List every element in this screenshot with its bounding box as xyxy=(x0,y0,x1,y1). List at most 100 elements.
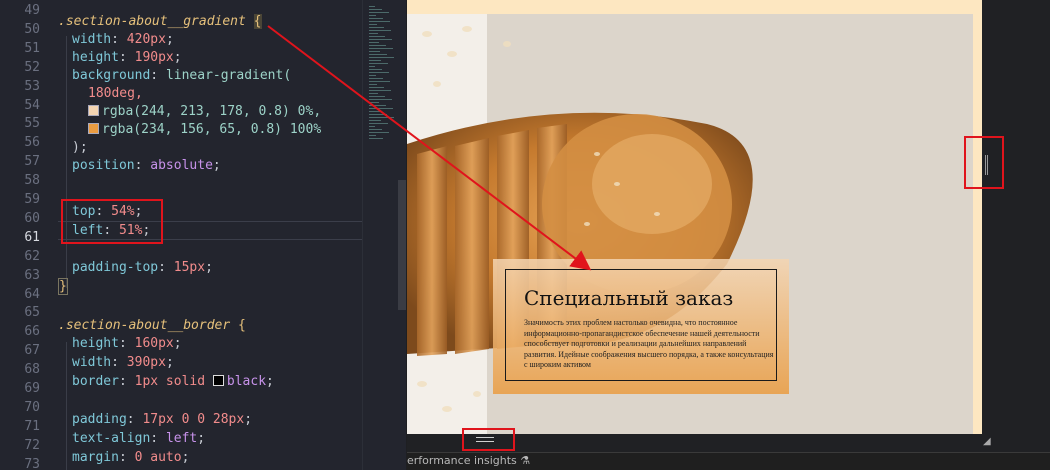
css-value: black xyxy=(226,374,267,389)
editor-scrollbar[interactable] xyxy=(398,180,406,310)
line-number: 49 xyxy=(24,3,40,18)
devtools-tab-bar: erformance insights ⚗ xyxy=(407,452,1050,470)
code-line-51[interactable]: width: 420px; xyxy=(72,31,174,49)
minimap-line xyxy=(369,69,382,70)
css-function: linear-gradient( xyxy=(165,68,292,83)
color-swatch-icon[interactable] xyxy=(88,123,99,134)
css-selector: .section-about__border xyxy=(58,318,231,333)
minimap-line xyxy=(369,66,375,67)
minimap-line xyxy=(369,120,381,121)
code-line-73[interactable]: margin: 0 auto; xyxy=(72,449,189,467)
minimap-line xyxy=(369,126,375,127)
css-value: 390px xyxy=(126,355,166,370)
css-value: rgba(244, 213, 178, 0.8) 0%, xyxy=(102,104,322,119)
minimap-line xyxy=(369,108,393,109)
code-line-72[interactable]: text-align: left; xyxy=(72,430,205,448)
code-line-63[interactable]: padding-top: 15px; xyxy=(72,259,213,277)
line-number: 57 xyxy=(24,154,40,170)
line-number: 70 xyxy=(24,399,40,415)
code-line-53[interactable]: background: linear-gradient( xyxy=(72,67,291,85)
color-swatch-icon[interactable] xyxy=(212,375,224,386)
code-line-52[interactable]: height: 190px; xyxy=(72,49,182,67)
minimap-line xyxy=(369,27,384,28)
line-number: 71 xyxy=(24,418,40,434)
minimap-line xyxy=(369,51,380,52)
minimap-line xyxy=(369,99,392,100)
code-line-68[interactable]: width: 390px; xyxy=(72,354,174,372)
tab-performance-insights[interactable]: erformance insights ⚗ xyxy=(407,454,530,467)
minimap-line xyxy=(369,42,379,43)
code-line-67[interactable]: height: 160px; xyxy=(72,335,182,353)
code-line-55[interactable]: rgba(244, 213, 178, 0.8) 0%, xyxy=(88,103,321,121)
minimap-line xyxy=(369,114,387,115)
minimap-line xyxy=(369,54,387,55)
code-line-54[interactable]: 180deg, xyxy=(88,85,143,103)
minimap-line xyxy=(369,12,389,13)
line-number: 61 xyxy=(24,229,40,245)
css-property: padding-top xyxy=(72,260,159,275)
minimap-line xyxy=(369,132,389,133)
code-line-69[interactable]: border: 1px solid black; xyxy=(72,373,274,391)
code-line-66[interactable]: .section-about__border { xyxy=(58,317,246,335)
css-value: 420px xyxy=(126,32,166,47)
gradient-card: Специальный заказ Значимость этих пробле… xyxy=(493,259,789,394)
minimap-line xyxy=(369,81,390,82)
code-editor[interactable]: 49 50 51 52 53 54 55 56 57 58 59 60 61 62 63 64 65 66 67 68… xyxy=(0,0,362,470)
line-number: 63 xyxy=(24,267,40,283)
css-value: 1px solid xyxy=(134,374,206,389)
minimap-line xyxy=(369,117,394,118)
css-value: left xyxy=(165,431,198,446)
minimap-line xyxy=(369,36,385,37)
open-brace: { xyxy=(238,318,246,333)
minimap-line xyxy=(369,57,394,58)
minimap-line xyxy=(369,75,376,76)
line-number: 58 xyxy=(24,173,40,189)
code-line-50[interactable]: .section-about__gradient { xyxy=(58,13,262,31)
minimap-line xyxy=(369,123,388,124)
css-value: 15px xyxy=(173,260,206,275)
minimap-line xyxy=(369,102,379,103)
minimap-line xyxy=(369,90,391,91)
minimap-line xyxy=(369,48,393,49)
css-property: width xyxy=(72,32,112,47)
color-swatch-icon[interactable] xyxy=(88,105,99,116)
indent-guide xyxy=(66,36,67,288)
code-line-64[interactable]: } xyxy=(58,278,68,296)
annotation-box-top-left xyxy=(61,199,163,244)
annotation-box-horizontal-handle xyxy=(462,428,515,451)
minimap-line xyxy=(369,105,386,106)
browser-preview: Специальный заказ Значимость этих пробле… xyxy=(407,0,982,452)
code-line-58[interactable]: position: absolute; xyxy=(72,157,221,175)
line-number: 73 xyxy=(24,456,40,470)
line-number: 68 xyxy=(24,362,40,378)
indent-guide xyxy=(66,342,67,470)
line-number: 66 xyxy=(24,324,40,340)
minimap-line xyxy=(369,60,381,61)
open-brace: { xyxy=(253,14,262,29)
minimap-line xyxy=(369,21,390,22)
line-number: 55 xyxy=(24,116,40,132)
css-value: 160px xyxy=(134,336,174,351)
annotation-box-vertical-handle xyxy=(964,136,1004,189)
minimap-line xyxy=(369,45,386,46)
corner-resize-grip-icon[interactable]: ◢ xyxy=(983,436,991,447)
css-value: 180deg, xyxy=(88,86,143,101)
css-property: width xyxy=(72,355,112,370)
minimap-line xyxy=(369,63,388,64)
minimap-line xyxy=(369,93,378,94)
minimap[interactable] xyxy=(362,0,406,470)
minimap-line xyxy=(369,24,377,25)
code-line-56[interactable]: rgba(234, 156, 65, 0.8) 100% xyxy=(88,121,321,139)
code-line-57[interactable]: ); xyxy=(72,139,88,157)
line-number: 72 xyxy=(24,437,40,453)
card-body-text: Значимость этих проблем настолько очевид… xyxy=(524,318,774,369)
line-number: 62 xyxy=(24,248,40,264)
minimap-line xyxy=(369,87,384,88)
code-line-71[interactable]: padding: 17px 0 0 28px; xyxy=(72,411,252,429)
css-property: height xyxy=(72,50,119,65)
css-value: 0 auto xyxy=(134,450,182,465)
css-property: background xyxy=(72,68,151,83)
minimap-line xyxy=(369,6,375,7)
line-number: 53 xyxy=(24,78,40,94)
minimap-line xyxy=(369,33,378,34)
